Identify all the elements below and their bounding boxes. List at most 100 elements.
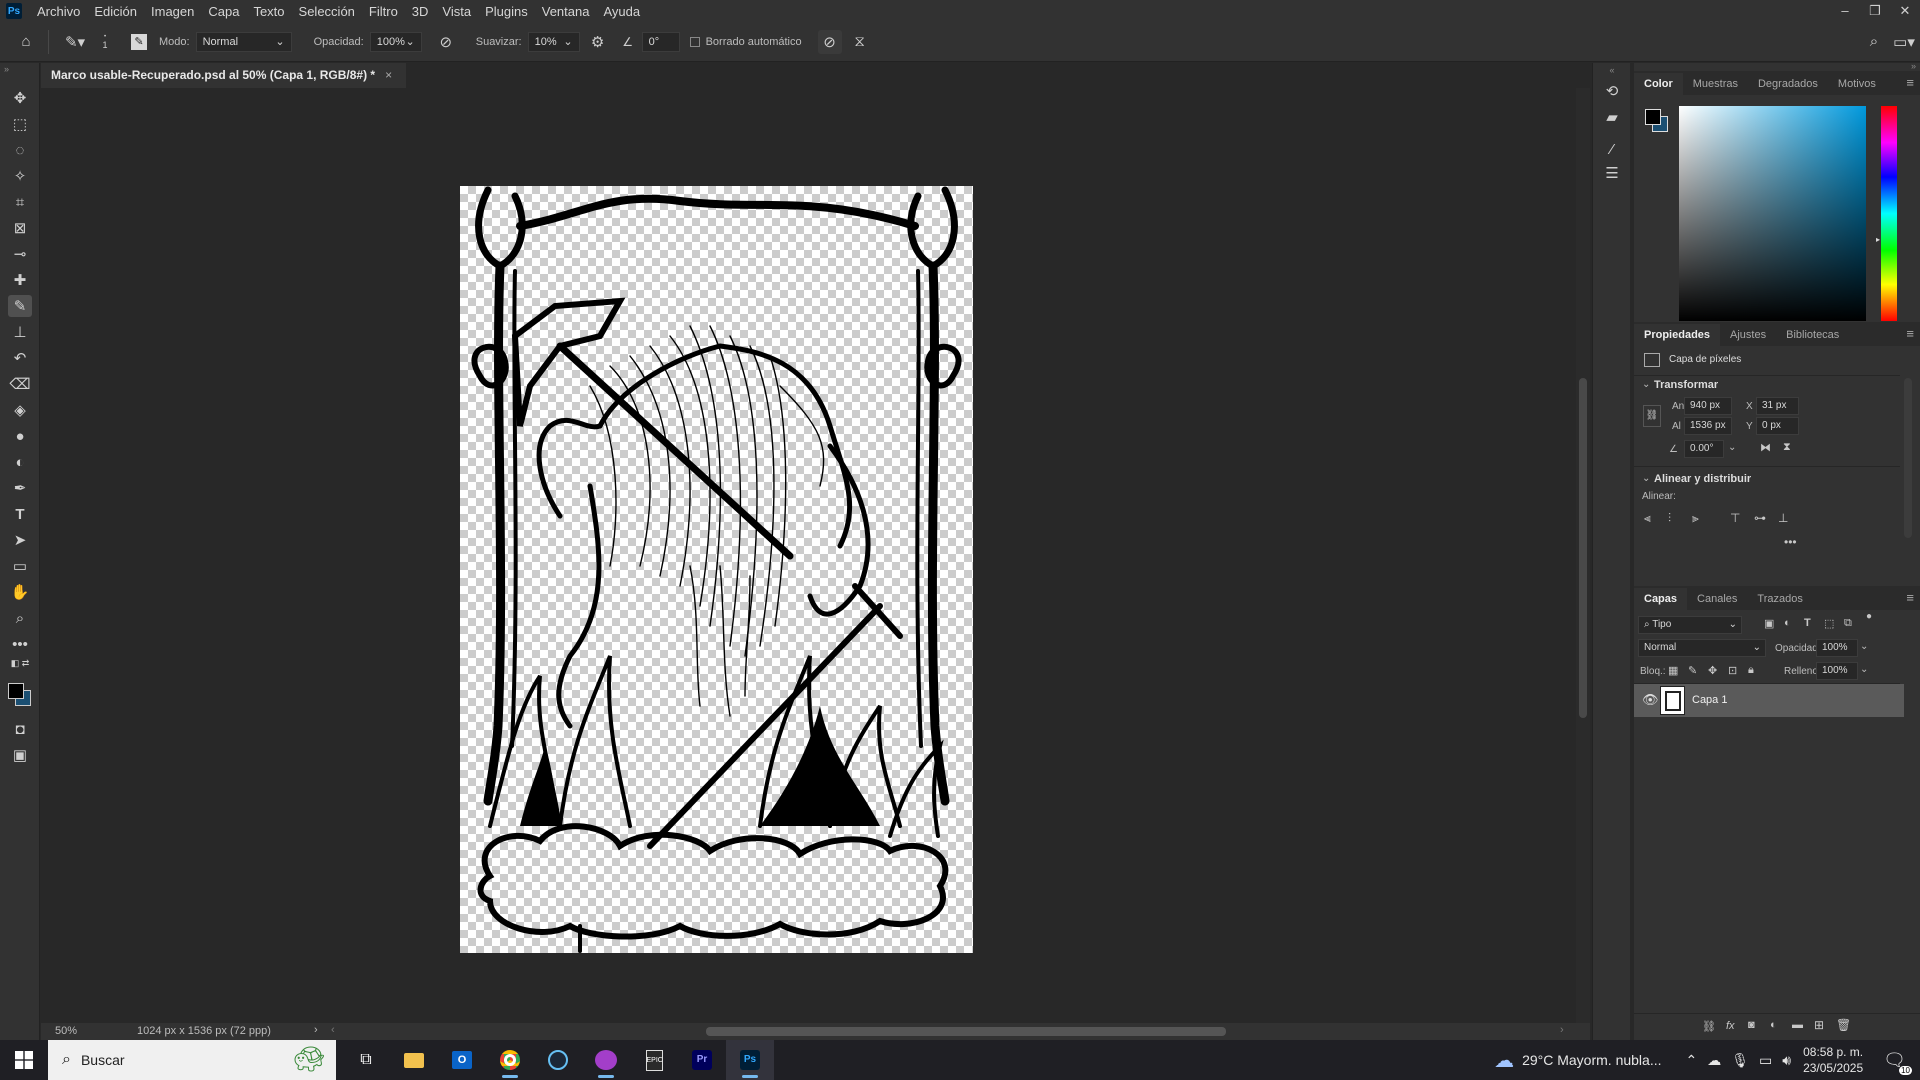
pen-tool-icon[interactable]: ✒ [8, 477, 32, 499]
eraser-tool-icon[interactable]: ⌫ [8, 373, 32, 395]
filter-type-icon[interactable]: T [1804, 617, 1811, 629]
layer-opacity-input[interactable]: 100% [1816, 639, 1858, 657]
rotation-input[interactable]: 0.00° [1684, 440, 1724, 458]
new-layer-icon[interactable]: ⊞ [1814, 1018, 1824, 1032]
lock-all-icon[interactable]: 🔒︎ [1748, 664, 1754, 677]
menu-plugins[interactable]: Plugins [478, 4, 535, 19]
lock-artboard-icon[interactable]: ⊡ [1728, 664, 1737, 677]
align-left-icon[interactable]: ⫷ [1644, 511, 1651, 526]
smooth-input[interactable]: 10% ⌄ [527, 31, 580, 52]
menu-archivo[interactable]: Archivo [30, 4, 87, 19]
layer-filter-select[interactable]: ⌕ Tipo ⌄ [1638, 616, 1742, 634]
pressure-size-icon[interactable]: ⊘ [817, 29, 842, 54]
restore-icon[interactable]: ❐ [1860, 0, 1890, 22]
layer-name[interactable]: Capa 1 [1692, 694, 1727, 706]
flip-vertical-icon[interactable]: ⧗ [1783, 441, 1791, 454]
quick-select-tool-icon[interactable]: ✧ [8, 165, 32, 187]
notifications-button[interactable]: 🗨︎ 10 [1883, 1050, 1912, 1075]
hand-tool-icon[interactable]: ✋ [8, 581, 32, 603]
brush-panel-icon[interactable]: ✎ [131, 33, 147, 50]
history-brush-tool-icon[interactable]: ↶ [8, 347, 32, 369]
collapse-panels-icon[interactable]: « [1600, 63, 1624, 77]
eyedropper-tool-icon[interactable]: ⊸ [8, 243, 32, 265]
align-top-icon[interactable]: ⊤ [1730, 511, 1740, 525]
tab-muestras[interactable]: Muestras [1683, 73, 1748, 95]
brush-size-picker[interactable]: • 1 [93, 30, 117, 54]
document-canvas[interactable] [460, 186, 973, 953]
tab-ajustes[interactable]: Ajustes [1720, 324, 1776, 346]
discord-icon[interactable] [582, 1040, 630, 1080]
chevron-down-icon[interactable]: ⌄ [1860, 664, 1868, 675]
menu-imagen[interactable]: Imagen [144, 4, 201, 19]
align-right-icon[interactable]: ⫸ [1692, 511, 1699, 526]
workspace-icon[interactable]: ▭▾ [1892, 30, 1916, 54]
y-input[interactable]: 0 px [1756, 417, 1799, 435]
layer-row[interactable]: 👁︎ Capa 1 [1634, 684, 1904, 717]
menu-3d[interactable]: 3D [405, 4, 436, 19]
foreground-color-swatch[interactable] [8, 683, 24, 699]
link-layers-icon[interactable]: ⛓ [1702, 1020, 1716, 1033]
onedrive-icon[interactable]: ☁︎ [1707, 1052, 1721, 1069]
hue-slider[interactable] [1881, 106, 1897, 321]
menu-texto[interactable]: Texto [246, 4, 291, 19]
align-center-h-icon[interactable]: ⫶ [1668, 511, 1671, 526]
auto-erase-checkbox[interactable] [689, 36, 700, 47]
premiere-icon[interactable]: Pr [678, 1040, 726, 1080]
filter-toggle-icon[interactable]: ● [1866, 611, 1872, 622]
menu-capa[interactable]: Capa [201, 4, 246, 19]
file-explorer-icon[interactable] [390, 1040, 438, 1080]
menu-filtro[interactable]: Filtro [362, 4, 405, 19]
paint-bucket-tool-icon[interactable]: ◈ [8, 399, 32, 421]
move-tool-icon[interactable]: ✥ [8, 87, 32, 109]
chevron-down-icon[interactable]: ⌄ [1728, 442, 1736, 453]
menu-edicion[interactable]: Edición [87, 4, 144, 19]
properties-scrollbar[interactable] [1904, 378, 1912, 538]
collapse-icon[interactable]: » [4, 63, 28, 75]
fx-icon[interactable]: fx [1726, 1020, 1735, 1032]
opacity-input[interactable]: 100% ⌄ [369, 31, 422, 52]
scroll-left-icon[interactable]: ‹ [331, 1024, 335, 1036]
adjust-panel-icon[interactable]: ☰ [1600, 161, 1624, 185]
tab-capas[interactable]: Capas [1634, 588, 1688, 610]
brush-settings-panel-icon[interactable]: ⁄ [1600, 137, 1624, 161]
hue-marker-icon[interactable]: ▸ [1876, 235, 1880, 244]
mode-select[interactable]: Normal ⌄ [195, 31, 292, 52]
color-foreground-swatch[interactable] [1645, 109, 1661, 125]
more-tools-icon[interactable]: ••• [8, 633, 32, 655]
menu-ayuda[interactable]: Ayuda [596, 4, 647, 19]
type-tool-icon[interactable]: T [8, 503, 32, 525]
tab-trazados[interactable]: Trazados [1747, 588, 1812, 610]
add-mask-icon[interactable]: ◙ [1748, 1019, 1755, 1031]
document-tab[interactable]: Marco usable-Recuperado.psd al 50% (Capa… [41, 63, 407, 88]
panel-menu-icon[interactable]: ≡ [1906, 590, 1914, 605]
microphone-icon[interactable]: 🎙︎ [1731, 1052, 1749, 1069]
close-icon[interactable]: ✕ [1890, 0, 1920, 22]
history-panel-icon[interactable]: ⟲ [1600, 79, 1624, 103]
stamp-tool-icon[interactable]: ⊥ [8, 321, 32, 343]
healing-brush-tool-icon[interactable]: ✚ [8, 269, 32, 291]
dodge-tool-icon[interactable]: ◐ [8, 451, 32, 473]
home-icon[interactable]: ⌂ [14, 30, 38, 54]
width-input[interactable]: 940 px [1684, 397, 1732, 415]
align-middle-v-icon[interactable]: ⊶ [1754, 511, 1766, 525]
path-selection-tool-icon[interactable]: ➤ [8, 529, 32, 551]
lasso-tool-icon[interactable]: ◌ [8, 139, 32, 161]
expand-panels-icon[interactable]: » [1911, 61, 1916, 71]
filter-adjustment-icon[interactable]: ◐ [1784, 617, 1791, 629]
tab-canales[interactable]: Canales [1687, 588, 1747, 610]
pencil-tool-icon[interactable]: ✎ [8, 295, 32, 317]
pressure-opacity-icon[interactable]: ⊘ [434, 30, 458, 54]
zoom-level[interactable]: 50% [55, 1025, 77, 1037]
lock-transparency-icon[interactable]: ▦ [1668, 664, 1678, 677]
adjustment-layer-icon[interactable]: ◐ [1770, 1019, 1777, 1031]
collapse-align-icon[interactable]: ⌄ [1642, 473, 1650, 484]
taskbar-search[interactable]: ⌕ Buscar 🐢︎ [48, 1040, 336, 1080]
tab-bibliotecas[interactable]: Bibliotecas [1776, 324, 1849, 346]
screen-mode-icon[interactable]: ▣ [8, 744, 32, 766]
volume-icon[interactable]: 🔊︎ [1782, 1052, 1791, 1069]
search-icon[interactable]: ⌕ [1862, 30, 1886, 54]
frame-tool-icon[interactable]: ⊠ [8, 217, 32, 239]
lock-pixels-icon[interactable]: ✎ [1688, 664, 1697, 677]
link-proportions-icon[interactable]: ⛓ [1643, 405, 1661, 427]
network-icon[interactable]: ▭ [1759, 1052, 1772, 1069]
